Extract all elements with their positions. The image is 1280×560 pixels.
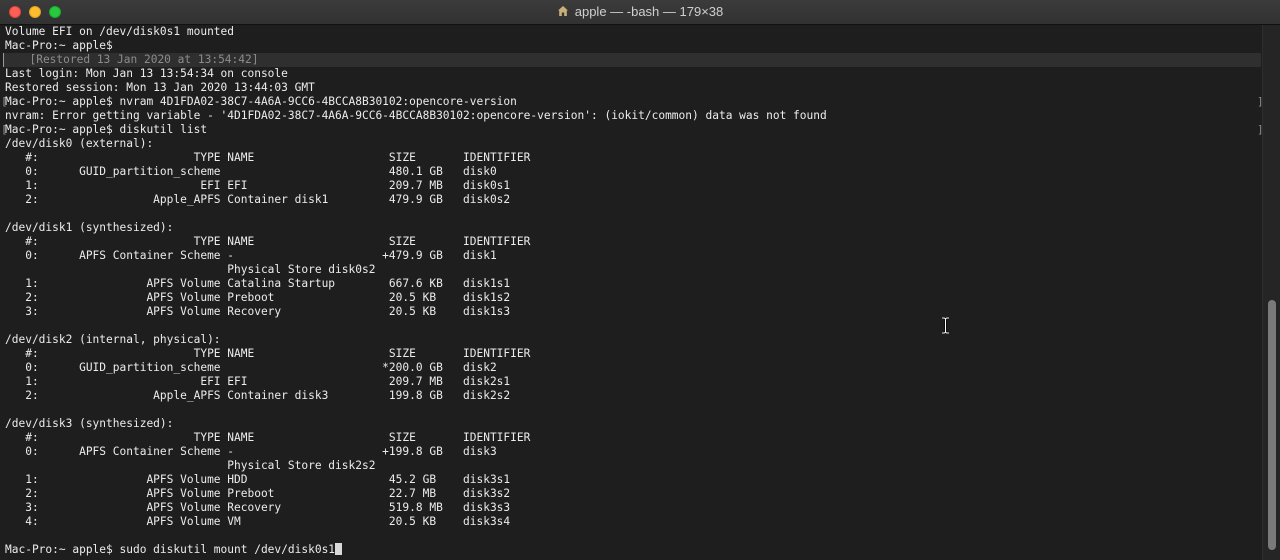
mark-bracket-left: [ — [1, 95, 8, 108]
terminal-line: #: TYPE NAME SIZE IDENTIFIER — [5, 151, 531, 164]
terminal-line: 2: APFS Volume Preboot 22.7 MB disk3s2 — [5, 487, 511, 500]
scrollbar-thumb[interactable] — [1268, 300, 1276, 550]
terminal-line: 1: EFI EFI 209.7 MB disk2s1 — [5, 375, 511, 388]
terminal-line: Restored session: Mon 13 Jan 2020 13:44:… — [5, 81, 315, 94]
terminal-line: 2: Apple_APFS Container disk3 199.8 GB d… — [5, 389, 511, 402]
window-title: apple — -bash — 179×38 — [574, 4, 724, 19]
terminal-line: 0: GUID_partition_scheme *200.0 GB disk2 — [5, 361, 497, 374]
terminal-line: #: TYPE NAME SIZE IDENTIFIER — [5, 347, 531, 360]
terminal-line: 0: GUID_partition_scheme 480.1 GB disk0 — [5, 165, 497, 178]
window-title-container: apple — -bash — 179×38 — [0, 0, 1280, 24]
command-prompt-line[interactable]: Mac-Pro:~ apple$ sudo diskutil mount /de… — [5, 543, 343, 557]
terminal-line: Physical Store disk2s2 — [5, 459, 376, 472]
mark-bracket-right: ] — [1257, 95, 1262, 109]
i-beam-cursor-icon — [942, 317, 949, 334]
title-bar[interactable]: apple — -bash — 179×38 — [0, 0, 1280, 25]
terminal-line: /dev/disk2 (internal, physical): — [5, 333, 221, 346]
terminal-line: 2: APFS Volume Preboot 20.5 KB disk1s2 — [5, 291, 511, 304]
terminal-line: 0: APFS Container Scheme - +479.9 GB dis… — [5, 249, 497, 262]
terminal-output[interactable]: Volume EFI on /dev/disk0s1 mounted Mac-P… — [0, 25, 1262, 560]
mark-bracket-right: ] — [1257, 123, 1262, 137]
terminal-line: /dev/disk3 (synthesized): — [5, 417, 174, 430]
terminal-line: 3: APFS Volume Recovery 519.8 MB disk3s3 — [5, 501, 511, 514]
terminal-line: Mac-Pro:~ apple$ — [5, 39, 113, 52]
terminal-line: 1: APFS Volume Catalina Startup 667.6 KB… — [5, 277, 511, 290]
vertical-scrollbar[interactable] — [1262, 25, 1280, 560]
terminal-line: nvram: Error getting variable - '4D1FDA0… — [5, 109, 827, 122]
restored-banner-text: [Restored 13 Jan 2020 at 13:54:42] — [16, 53, 259, 66]
home-icon — [557, 6, 568, 16]
terminal-line: Volume EFI on /dev/disk0s1 mounted — [5, 25, 235, 38]
terminal-line: Last login: Mon Jan 13 13:54:34 on conso… — [5, 67, 288, 80]
terminal-line: Physical Store disk0s2 — [5, 263, 376, 276]
mark-bracket-left: [ — [1, 123, 8, 136]
terminal-line: 1: APFS Volume HDD 45.2 GB disk3s1 — [5, 473, 511, 486]
terminal-line: 4: APFS Volume VM 20.5 KB disk3s4 — [5, 515, 511, 528]
current-command: Mac-Pro:~ apple$ sudo diskutil mount /de… — [5, 543, 336, 556]
restored-session-banner: [Restored 13 Jan 2020 at 13:54:42] — [3, 53, 1261, 67]
terminal-line: Mac-Pro:~ apple$ diskutil list — [5, 123, 208, 136]
terminal-line: #: TYPE NAME SIZE IDENTIFIER — [5, 235, 531, 248]
terminal-line: #: TYPE NAME SIZE IDENTIFIER — [5, 431, 531, 444]
terminal-line: 2: Apple_APFS Container disk1 479.9 GB d… — [5, 193, 511, 206]
terminal-line: 0: APFS Container Scheme - +199.8 GB dis… — [5, 445, 497, 458]
terminal-line: 1: EFI EFI 209.7 MB disk0s1 — [5, 179, 511, 192]
terminal-line: 3: APFS Volume Recovery 20.5 KB disk1s3 — [5, 305, 511, 318]
terminal-window: apple — -bash — 179×38 Volume EFI on /de… — [0, 0, 1280, 560]
text-cursor — [335, 543, 343, 555]
terminal-line: Mac-Pro:~ apple$ nvram 4D1FDA02-38C7-4A6… — [5, 95, 517, 108]
terminal-line: /dev/disk0 (external): — [5, 137, 154, 150]
terminal-line: /dev/disk1 (synthesized): — [5, 221, 174, 234]
